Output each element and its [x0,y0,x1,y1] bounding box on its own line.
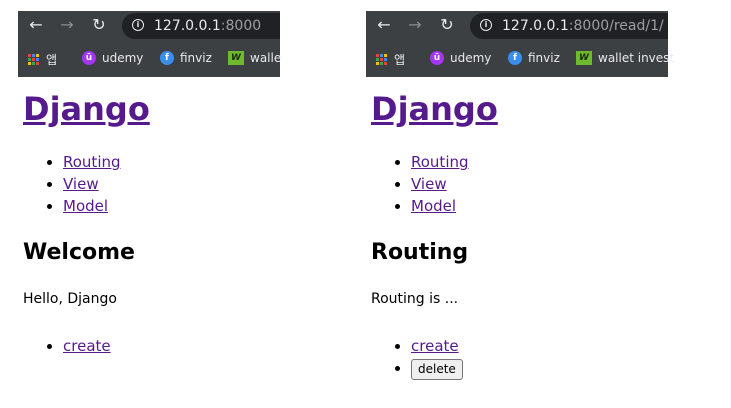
url-path: :8000/read/1/ [568,18,664,34]
site-heading: Django [23,89,150,129]
url-host: 127.0.0.1 [502,18,569,34]
info-icon[interactable]: i [132,19,144,31]
browser-chrome: ← → ↻ i 127.0.0.1:8000 앱 ū udemy f finvi… [18,11,281,77]
browser-window-read: ← → ↻ i 127.0.0.1:8000/read/1/ 앱 ū udemy… [366,11,674,380]
url-path: :8000 [220,18,262,34]
bookmark-finviz[interactable]: f finviz [508,51,560,65]
bookmarks-bar: 앱 ū udemy f finviz W walle [18,41,281,77]
list-item: create [63,335,111,357]
back-arrow-icon[interactable]: ← [27,16,45,34]
bookmark-label: 앱 [394,53,406,67]
bookmark-wallet[interactable]: W wallet invest [576,51,674,65]
list-item: View [411,173,469,195]
list-item: Routing [411,151,469,173]
create-link[interactable]: create [411,337,459,355]
toolbar: ← → ↻ i 127.0.0.1:8000/read/1/ [366,11,668,41]
bookmark-label: finviz [180,51,212,65]
info-icon[interactable]: i [480,19,492,31]
list-item: delete [411,357,463,380]
wallet-investor-icon: W [228,51,244,65]
bookmark-udemy[interactable]: ū udemy [82,51,143,65]
bookmarks-bar: 앱 ū udemy f finviz W wallet invest [366,41,674,77]
home-link[interactable]: Django [23,90,150,128]
apps-grid-icon [376,53,388,66]
nav-link-view[interactable]: View [411,175,447,193]
bookmark-label: udemy [102,51,144,65]
browser-chrome: ← → ↻ i 127.0.0.1:8000/read/1/ 앱 ū udemy… [366,11,674,77]
bookmark-label: 앱 [46,53,58,67]
address-bar[interactable]: i 127.0.0.1:8000/read/1/ [470,13,668,39]
list-item: Routing [63,151,121,173]
list-item: create [411,335,463,357]
list-item: Model [63,195,121,217]
nav-link-view[interactable]: View [63,175,99,193]
nav-link-routing[interactable]: Routing [63,153,121,171]
page-title: Routing [371,240,469,265]
nav-link-model[interactable]: Model [63,197,108,215]
bookmark-label: finviz [528,51,560,65]
topic-nav: Routing View Model [371,151,469,217]
reload-icon[interactable]: ↻ [90,16,108,34]
bookmark-label: walle [250,51,282,65]
apps-grid-icon [28,53,40,66]
forward-arrow-icon[interactable]: → [58,16,76,34]
site-heading: Django [371,89,498,129]
page-body: Hello, Django [23,291,117,307]
url-text[interactable]: 127.0.0.1:8000 [154,18,261,34]
control-list: create [23,335,111,357]
url-host: 127.0.0.1 [154,18,221,34]
url-text[interactable]: 127.0.0.1:8000/read/1/ [502,18,664,34]
page-title: Welcome [23,240,135,265]
home-link[interactable]: Django [371,90,498,128]
back-arrow-icon[interactable]: ← [375,16,393,34]
bookmark-label: wallet invest [598,51,675,65]
bookmark-finviz[interactable]: f finviz [160,51,212,65]
finviz-icon: f [508,51,522,65]
udemy-icon: ū [82,51,96,65]
bookmark-apps[interactable]: 앱 [376,51,405,68]
reload-icon[interactable]: ↻ [438,16,456,34]
delete-button[interactable]: delete [411,358,463,380]
list-item: Model [411,195,469,217]
topic-nav: Routing View Model [23,151,121,217]
nav-link-model[interactable]: Model [411,197,456,215]
bookmark-label: udemy [450,51,492,65]
list-item: View [63,173,121,195]
finviz-icon: f [160,51,174,65]
forward-arrow-icon[interactable]: → [406,16,424,34]
create-link[interactable]: create [63,337,111,355]
nav-link-routing[interactable]: Routing [411,153,469,171]
toolbar: ← → ↻ i 127.0.0.1:8000 [18,11,280,41]
address-bar[interactable]: i 127.0.0.1:8000 [122,13,280,39]
browser-window-home: ← → ↻ i 127.0.0.1:8000 앱 ū udemy f finvi… [18,11,281,355]
udemy-icon: ū [430,51,444,65]
bookmark-apps[interactable]: 앱 [28,51,57,68]
bookmark-udemy[interactable]: ū udemy [430,51,491,65]
bookmark-wallet[interactable]: W walle [228,51,281,65]
wallet-investor-icon: W [576,51,592,65]
control-list: create delete [371,335,463,380]
page-body: Routing is ... [371,291,459,307]
